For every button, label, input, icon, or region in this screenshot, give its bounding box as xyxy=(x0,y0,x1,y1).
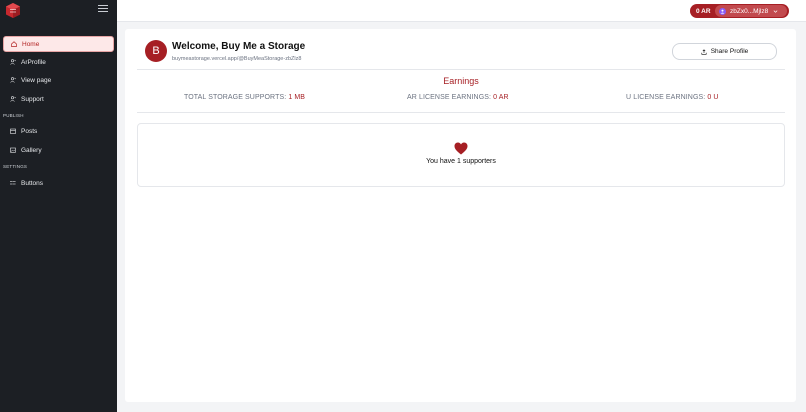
earnings-title: Earnings xyxy=(443,76,479,86)
profile-avatar: B xyxy=(145,40,167,62)
sidebar: Home ArProfile View page Support PUBLISH… xyxy=(0,0,117,412)
sidebar-item-gallery[interactable]: Gallery xyxy=(3,142,114,158)
sidebar-item-label: Support xyxy=(21,95,44,103)
ar-license-label: AR LICENSE EARNINGS: xyxy=(407,94,492,101)
share-icon xyxy=(701,48,707,55)
sidebar-item-home[interactable]: Home xyxy=(3,36,114,52)
heart-icon xyxy=(454,142,468,155)
u-license-stat: U LICENSE EARNINGS: 0 U xyxy=(626,94,719,101)
sidebar-item-label: Buttons xyxy=(21,179,44,187)
ar-license-stat: AR LICENSE EARNINGS: 0 AR xyxy=(407,94,509,101)
supporters-card xyxy=(137,123,785,187)
u-license-value: 0 U xyxy=(707,94,719,101)
ar-license-value: 0 AR xyxy=(493,94,509,101)
home-icon xyxy=(11,41,17,47)
share-profile-button[interactable]: Share Profile xyxy=(672,43,777,60)
menu-toggle-icon[interactable] xyxy=(98,5,108,15)
image-icon xyxy=(10,147,16,153)
storage-supports-stat: TOTAL STORAGE SUPPORTS: 1 MB xyxy=(184,94,305,101)
divider xyxy=(137,69,785,70)
logo-icon[interactable] xyxy=(6,3,20,18)
page-title: Welcome, Buy Me a Storage xyxy=(172,41,306,52)
divider xyxy=(137,112,785,113)
section-label-settings: SETTINGS xyxy=(3,164,28,169)
section-label-publish: PUBLISH xyxy=(3,113,24,118)
share-profile-label: Share Profile xyxy=(710,48,749,55)
sidebar-item-buttons[interactable]: Buttons xyxy=(3,175,114,191)
sidebar-item-label: Home xyxy=(22,40,40,48)
sidebar-item-label: Posts xyxy=(21,127,38,135)
user-icon xyxy=(10,96,16,102)
supporters-count-text: You have 1 supporters xyxy=(426,158,496,165)
account-dropdown[interactable]: zbZx0...Mjlz8 xyxy=(715,5,787,17)
calendar-icon xyxy=(10,128,16,134)
u-license-label: U LICENSE EARNINGS: xyxy=(626,94,706,101)
chevron-down-icon xyxy=(773,9,778,13)
account-avatar-icon xyxy=(719,7,726,15)
sidebar-item-view-page[interactable]: View page xyxy=(3,72,114,88)
sidebar-item-posts[interactable]: Posts xyxy=(3,123,114,139)
sidebar-item-label: ArProfile xyxy=(21,58,46,66)
sidebar-item-label: View page xyxy=(21,76,52,84)
user-icon xyxy=(10,77,16,83)
sidebar-item-arprofile[interactable]: ArProfile xyxy=(3,54,114,70)
ar-balance: 0 AR xyxy=(696,7,711,15)
storage-supports-value: 1 MB xyxy=(288,94,306,101)
list-icon xyxy=(10,180,16,186)
wallet-address: zbZx0...Mjlz8 xyxy=(730,7,769,15)
sidebar-item-support[interactable]: Support xyxy=(3,91,114,107)
profile-url[interactable]: buymeastorage.vercel.app/@BuyMeaStorage-… xyxy=(172,56,301,62)
storage-supports-label: TOTAL STORAGE SUPPORTS: xyxy=(184,94,287,101)
sidebar-item-label: Gallery xyxy=(21,146,42,154)
wallet-pill[interactable]: 0 AR zbZx0...Mjlz8 xyxy=(690,4,789,18)
user-icon xyxy=(10,59,16,65)
